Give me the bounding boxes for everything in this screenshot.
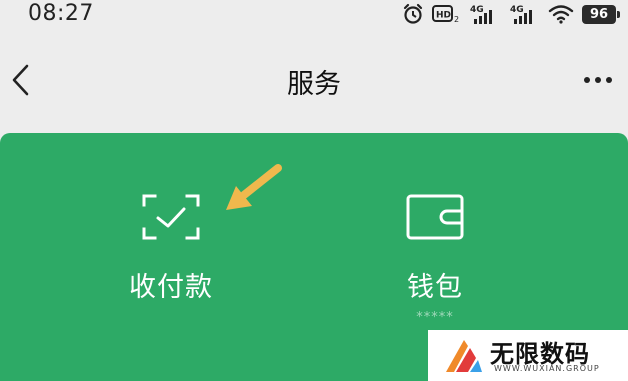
page-title: 服务 (287, 69, 341, 100)
wallet-entry[interactable]: 钱包 ***** (335, 193, 535, 325)
signal-4g-icon: 4G (508, 3, 540, 25)
watermark-site: WWW.WUXIAN.GROUP (494, 364, 600, 373)
network-label-1: 4G (470, 5, 484, 15)
hd-icon: HD 2 (432, 4, 460, 24)
signal-4g-icon: 4G (468, 3, 500, 25)
more-button[interactable] (578, 70, 618, 90)
status-time: 08:27 (28, 1, 94, 26)
pay-receive-label: 收付款 (129, 272, 213, 303)
nav-bar: 服务 (0, 44, 628, 116)
svg-text:2: 2 (454, 15, 459, 24)
battery-indicator: 96 (582, 4, 620, 24)
hd-label: HD (436, 11, 451, 21)
more-dots-icon (584, 77, 612, 83)
watermark-logo-icon (446, 340, 482, 372)
status-bar: 08:27 HD 2 4G 4G 96 (0, 0, 628, 30)
wallet-balance-masked: ***** (416, 310, 454, 325)
wifi-icon (548, 4, 574, 24)
network-label-2: 4G (510, 5, 524, 15)
wallet-label: 钱包 (407, 272, 463, 303)
status-icons: HD 2 4G 4G 96 (402, 2, 620, 26)
scan-qr-icon (142, 194, 200, 240)
pointer-arrow-icon (226, 164, 282, 210)
alarm-icon (402, 3, 424, 25)
wallet-icon (406, 194, 464, 240)
watermark: 无限数码 WWW.WUXIAN.GROUP (428, 330, 628, 381)
